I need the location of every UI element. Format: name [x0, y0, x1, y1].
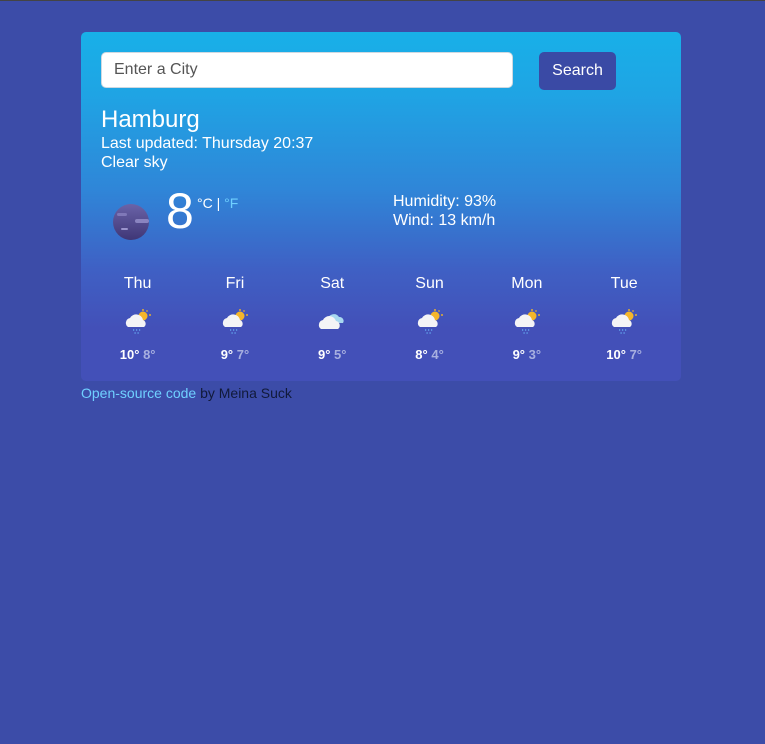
open-source-link[interactable]: Open-source code: [81, 385, 196, 401]
forecast-max-temp: 8°: [415, 347, 428, 362]
forecast-min-temp: 7°: [236, 347, 250, 362]
forecast-temps: 10° 8°: [89, 347, 186, 362]
forecast-day: Mon 9° 3°: [478, 275, 575, 362]
forecast-temps: 9° 5°: [284, 347, 381, 362]
forecast-day: Sun 8° 4°: [381, 275, 478, 362]
forecast-day: Tue 10° 7°: [575, 275, 672, 362]
forecast-day-name: Thu: [123, 275, 152, 292]
footer-author: by Meina Suck: [196, 385, 292, 401]
forecast-day-name: Sun: [415, 275, 444, 292]
forecast-temps: 8° 4°: [381, 347, 478, 362]
search-button[interactable]: Search: [539, 52, 616, 90]
forecast-max-temp: 9°: [512, 347, 526, 362]
cloudy-icon: [284, 307, 381, 335]
forecast-temps: 9° 7°: [186, 347, 283, 362]
forecast-min-temp: 5°: [334, 347, 347, 362]
last-updated: Last updated: Thursday 20:37: [101, 135, 314, 152]
forecast-max-temp: 9°: [220, 347, 234, 362]
forecast-day-name: Fri: [225, 275, 245, 292]
city-name: Hamburg: [101, 106, 200, 133]
forecast-day: Fri 9° 7°: [186, 275, 283, 362]
wind: Wind: 13 km/h: [393, 212, 496, 229]
forecast-min-temp: 4°: [431, 347, 444, 362]
fahrenheit-link[interactable]: °F: [224, 195, 238, 211]
partly-cloudy-rain-icon: [381, 307, 478, 335]
city-search-input[interactable]: [101, 52, 513, 88]
forecast-max-temp: 9°: [317, 347, 331, 362]
forecast-day-name: Mon: [511, 275, 543, 292]
forecast-temps: 9° 3°: [478, 347, 575, 362]
weather-card: Search Hamburg Last updated: Thursday 20…: [81, 32, 681, 381]
unit-toggle: °C | °F: [197, 195, 238, 211]
forecast-day-name: Sat: [320, 275, 345, 292]
footer: Open-source code by Meina Suck: [81, 385, 292, 401]
partly-cloudy-rain-icon: [186, 307, 283, 335]
partly-cloudy-rain-icon: [478, 307, 575, 335]
forecast-min-temp: 7°: [629, 347, 642, 362]
forecast-max-temp: 10°: [119, 347, 140, 362]
forecast-min-temp: 3°: [528, 347, 542, 362]
current-temperature: 8: [166, 183, 194, 239]
forecast-day-name: Tue: [610, 275, 638, 292]
clear-night-moon-icon: [113, 204, 149, 240]
forecast-temps: 10° 7°: [575, 347, 672, 362]
humidity: Humidity: 93%: [393, 193, 497, 210]
forecast: Thu 10° 8° Fri 9° 7° Sat 9° 5° Sun 8° 4° Mon…: [89, 275, 673, 362]
forecast-min-temp: 8°: [143, 347, 156, 362]
forecast-day: Sat 9° 5°: [284, 275, 381, 362]
forecast-day: Thu 10° 8°: [89, 275, 186, 362]
celsius-unit[interactable]: °C: [197, 195, 213, 211]
window-top-border: [0, 0, 765, 1]
partly-cloudy-rain-icon: [89, 307, 186, 335]
forecast-max-temp: 10°: [606, 347, 626, 362]
unit-separator: |: [212, 195, 225, 211]
weather-description: Clear sky: [101, 154, 168, 171]
partly-cloudy-rain-icon: [575, 307, 672, 335]
